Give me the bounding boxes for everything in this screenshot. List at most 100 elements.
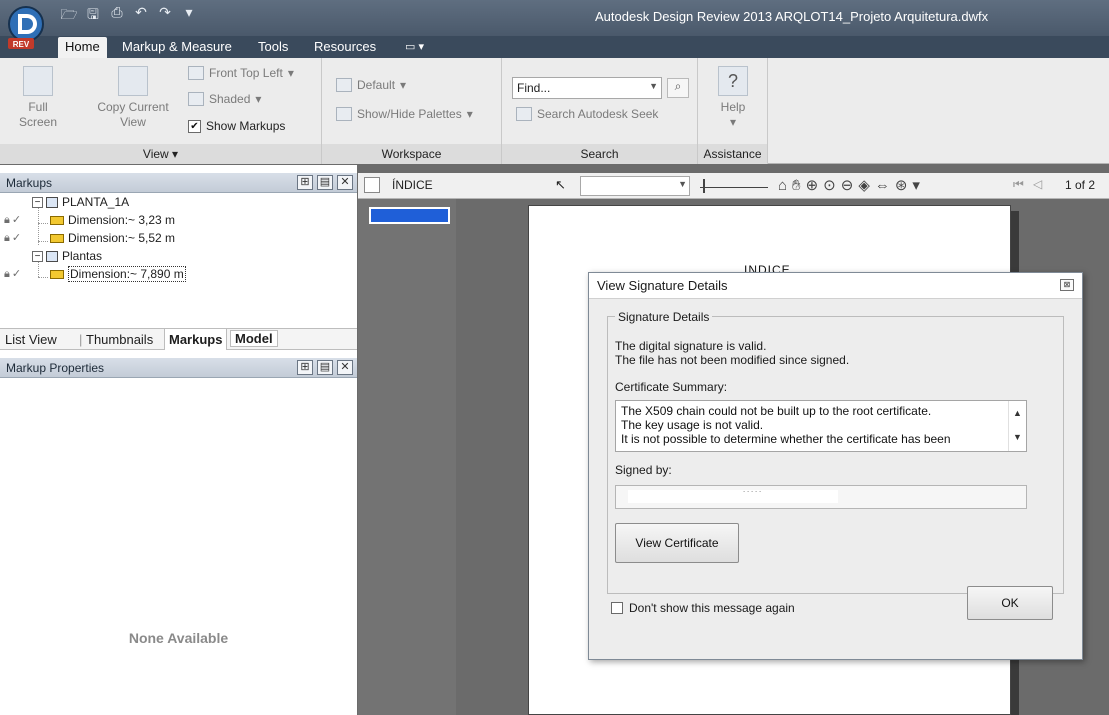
show-hide-palettes-dropdown[interactable]: Show/Hide Palettes ▾ (336, 107, 473, 121)
scrollbar[interactable]: ▲ ▼ (1008, 401, 1026, 451)
cert-line: The key usage is not valid. (621, 418, 764, 432)
find-input[interactable]: Find... ▼ (512, 77, 662, 99)
cert-line: The X509 chain could not be built up to … (621, 404, 932, 418)
ribbon-workspace-switch-icon[interactable]: ▭ ▾ (405, 40, 424, 53)
chevron-down-icon: ▾ (400, 78, 407, 92)
sheet-icon (46, 250, 58, 262)
close-icon[interactable]: ⊠ (1060, 279, 1074, 291)
certificate-summary-label: Certificate Summary: (615, 380, 728, 394)
close-icon[interactable]: ✕ (337, 360, 353, 375)
tab-markup-measure[interactable]: Markup & Measure (122, 39, 232, 54)
certificate-summary-box[interactable]: The X509 chain could not be built up to … (615, 400, 1027, 452)
chevron-down-icon: ▾ (729, 115, 737, 129)
shaded-icon (188, 92, 204, 106)
app-badge: REV (13, 40, 30, 49)
show-markups-toggle[interactable]: ✔ Show Markups (188, 119, 285, 133)
close-icon[interactable]: ✕ (337, 175, 353, 190)
pin-icon[interactable]: ⊞ (297, 360, 313, 375)
collapse-icon[interactable]: − (32, 196, 43, 208)
chevron-down-icon: ▾ (255, 92, 262, 106)
help-icon: ? (718, 66, 748, 96)
find-binoculars-icon[interactable]: ⌕ (667, 78, 689, 98)
dimension-icon (50, 215, 64, 225)
valid-signature-text: The digital signature is valid. (615, 339, 767, 353)
not-modified-text: The file has not been modified since sig… (615, 353, 850, 367)
tab-model[interactable]: Model (230, 330, 278, 347)
customize-qat-icon[interactable]: ▾ (180, 4, 198, 28)
selected-thumbnail[interactable] (369, 207, 450, 224)
pin-icon[interactable]: ⊞ (297, 175, 313, 190)
view-panel: Full Screen Copy Current View Front Top … (0, 58, 322, 164)
collapse-icon[interactable]: − (32, 250, 43, 262)
application-menu-button[interactable]: REV (4, 4, 52, 52)
chevron-down-icon[interactable]: ▼ (678, 179, 687, 189)
default-workspace-dropdown[interactable]: Default ▾ (336, 78, 406, 92)
search-autodesk-seek-button[interactable]: Search Autodesk Seek (516, 107, 658, 121)
tab-thumbnails[interactable]: Thumbnails (86, 332, 153, 347)
palette-tab-strip: List View | Thumbnails Markups Model (0, 328, 357, 350)
zoom-slider[interactable] (700, 187, 768, 188)
tree-node-plantas[interactable]: − Plantas (32, 247, 102, 265)
workspace-icon (336, 78, 352, 92)
zoom-combo[interactable]: ▼ (580, 176, 690, 196)
left-palette: Markups ⊞ ▤ ✕ − PLANTA_1A 🔒︎✓ Dimension:… (0, 165, 357, 715)
help-button[interactable]: ? Help ▾ (712, 66, 754, 130)
dont-show-again-checkbox[interactable]: Don't show this message again (611, 601, 795, 615)
tree-item-dimension-1[interactable]: Dimension:~ 3,23 m (50, 211, 175, 229)
full-screen-button[interactable]: Full Screen (8, 66, 68, 130)
signed-by-field: ˙˙˙˙˙ (615, 485, 1027, 509)
dimension-icon (50, 233, 64, 243)
document-toolbar: ÍNDICE ↖ ▼ ⌂✋︎⊕⊙⊖◈⇔⊛▾ ⏮ ◁ 1 of 2 (358, 173, 1109, 199)
redo-icon[interactable]: ↷ (156, 4, 174, 28)
assistance-panel: ? Help ▾ Assistance (698, 58, 768, 164)
ribbon: Full Screen Copy Current View Front Top … (0, 58, 1109, 164)
signed-by-label: Signed by: (615, 463, 672, 477)
full-screen-icon (23, 66, 53, 96)
scroll-down-icon[interactable]: ▼ (1009, 430, 1026, 444)
undo-icon[interactable]: ↶ (132, 4, 150, 28)
navigation-tools[interactable]: ⌂✋︎⊕⊙⊖◈⇔⊛▾ (778, 176, 925, 194)
lock-check-icon[interactable]: 🔒︎✓ (4, 213, 23, 227)
tree-node-planta-1a[interactable]: − PLANTA_1A (32, 193, 129, 211)
ok-button[interactable]: OK (967, 586, 1053, 620)
dock-icon[interactable]: ▤ (317, 175, 333, 190)
shaded-dropdown[interactable]: Shaded ▾ (188, 92, 261, 106)
dock-icon[interactable]: ▤ (317, 360, 333, 375)
tab-tools[interactable]: Tools (258, 39, 288, 54)
lock-check-icon[interactable]: 🔒︎✓ (4, 231, 23, 245)
select-cursor-icon[interactable]: ↖ (555, 177, 566, 193)
view-cube-icon (188, 66, 204, 80)
chevron-down-icon[interactable]: ▼ (649, 81, 658, 91)
tree-item-dimension-3[interactable]: Dimension:~ 7,890 m (50, 265, 186, 283)
view-panel-label[interactable]: View ▾ (0, 144, 321, 164)
save-icon[interactable]: 🖫 (84, 4, 102, 28)
tree-item-dimension-2[interactable]: Dimension:~ 5,52 m (50, 229, 175, 247)
ribbon-tab-bar: Home Markup & Measure Tools Resources ▭ … (0, 36, 1109, 58)
open-icon[interactable]: 🗁 (60, 4, 78, 28)
zoom-slider-handle[interactable] (703, 179, 705, 193)
previous-page-icon[interactable]: ◁ (1033, 177, 1042, 191)
lock-check-icon[interactable]: 🔒︎✓ (4, 267, 23, 281)
view-certificate-button[interactable]: View Certificate (615, 523, 739, 563)
assistance-panel-label: Assistance (698, 144, 767, 164)
checkbox-unchecked-icon[interactable] (611, 602, 623, 614)
print-icon[interactable]: ⎙ (108, 4, 126, 28)
markups-panel-header: Markups ⊞ ▤ ✕ (0, 173, 357, 193)
dimension-icon (50, 269, 64, 279)
tab-markups[interactable]: Markups (164, 329, 228, 350)
front-top-left-dropdown[interactable]: Front Top Left ▾ (188, 66, 294, 80)
workspace-panel-label: Workspace (322, 144, 501, 164)
tab-home[interactable]: Home (58, 37, 107, 58)
copy-current-view-button[interactable]: Copy Current View (92, 66, 174, 130)
signature-details-dialog: View Signature Details ⊠ Signature Detai… (588, 272, 1083, 660)
dialog-title-bar: View Signature Details ⊠ (589, 273, 1082, 299)
tab-resources[interactable]: Resources (314, 39, 376, 54)
sheet-icon (364, 177, 380, 193)
tab-list-view[interactable]: List View (5, 332, 57, 347)
search-panel: Search Autodesk Seek Search (502, 58, 698, 164)
title-bar: 🗁 🖫 ⎙ ↶ ↷ ▾ Autodesk Design Review 2013 … (0, 0, 1109, 36)
first-page-icon[interactable]: ⏮ (1013, 177, 1024, 192)
chevron-down-icon: ▾ (466, 107, 473, 121)
checkbox-checked-icon[interactable]: ✔ (188, 119, 201, 133)
scroll-up-icon[interactable]: ▲ (1009, 406, 1026, 420)
